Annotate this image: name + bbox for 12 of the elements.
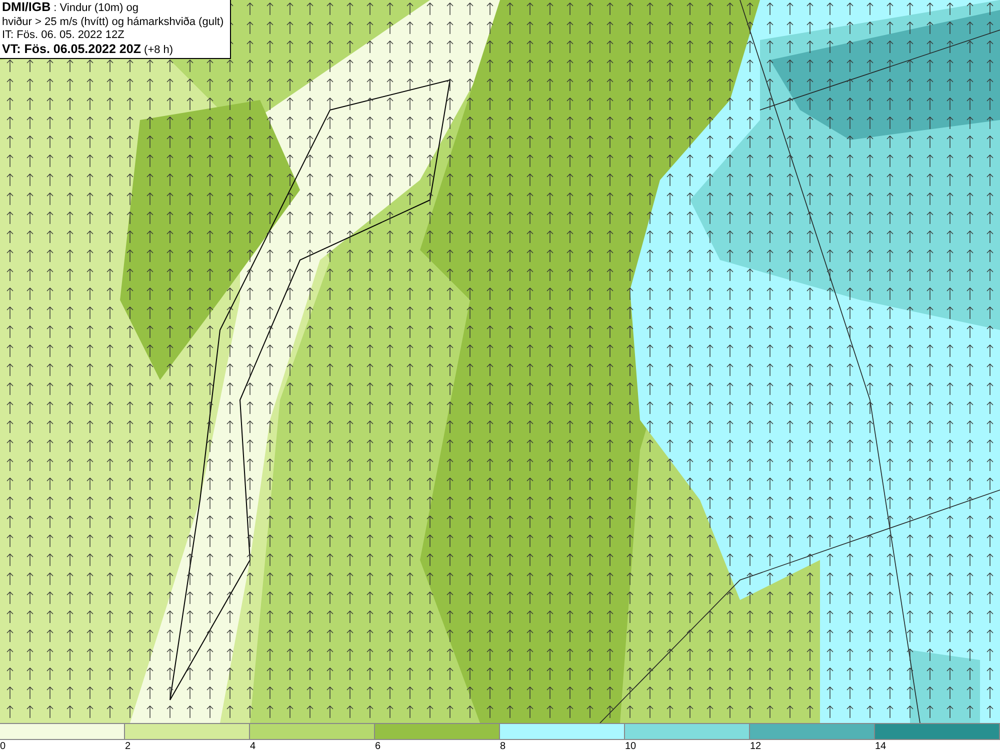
legend-tick-label: 4 (250, 740, 256, 753)
legend-tick-label: 0 (0, 740, 6, 753)
legend-tick-label: 6 (375, 740, 381, 753)
legend-tick-label: 14 (875, 740, 886, 753)
legend-tick-label: 10 (625, 740, 636, 753)
legend-tick-label: 8 (500, 740, 506, 753)
info-text: DMI/IGB : Vindur (10m) og (2, 1, 140, 16)
info-text: IT: Fös. 06. 05. 2022 12Z (2, 29, 126, 42)
info-text: hviður > 25 m/s (hvítt) og hámarkshviða (gult) (2, 16, 225, 29)
legend-tick-label: 12 (750, 740, 762, 753)
legend-tick-label: 2 (125, 740, 131, 753)
info-text: VT: Fös. 06.05.2022 20Z (+8 h) (2, 42, 174, 57)
